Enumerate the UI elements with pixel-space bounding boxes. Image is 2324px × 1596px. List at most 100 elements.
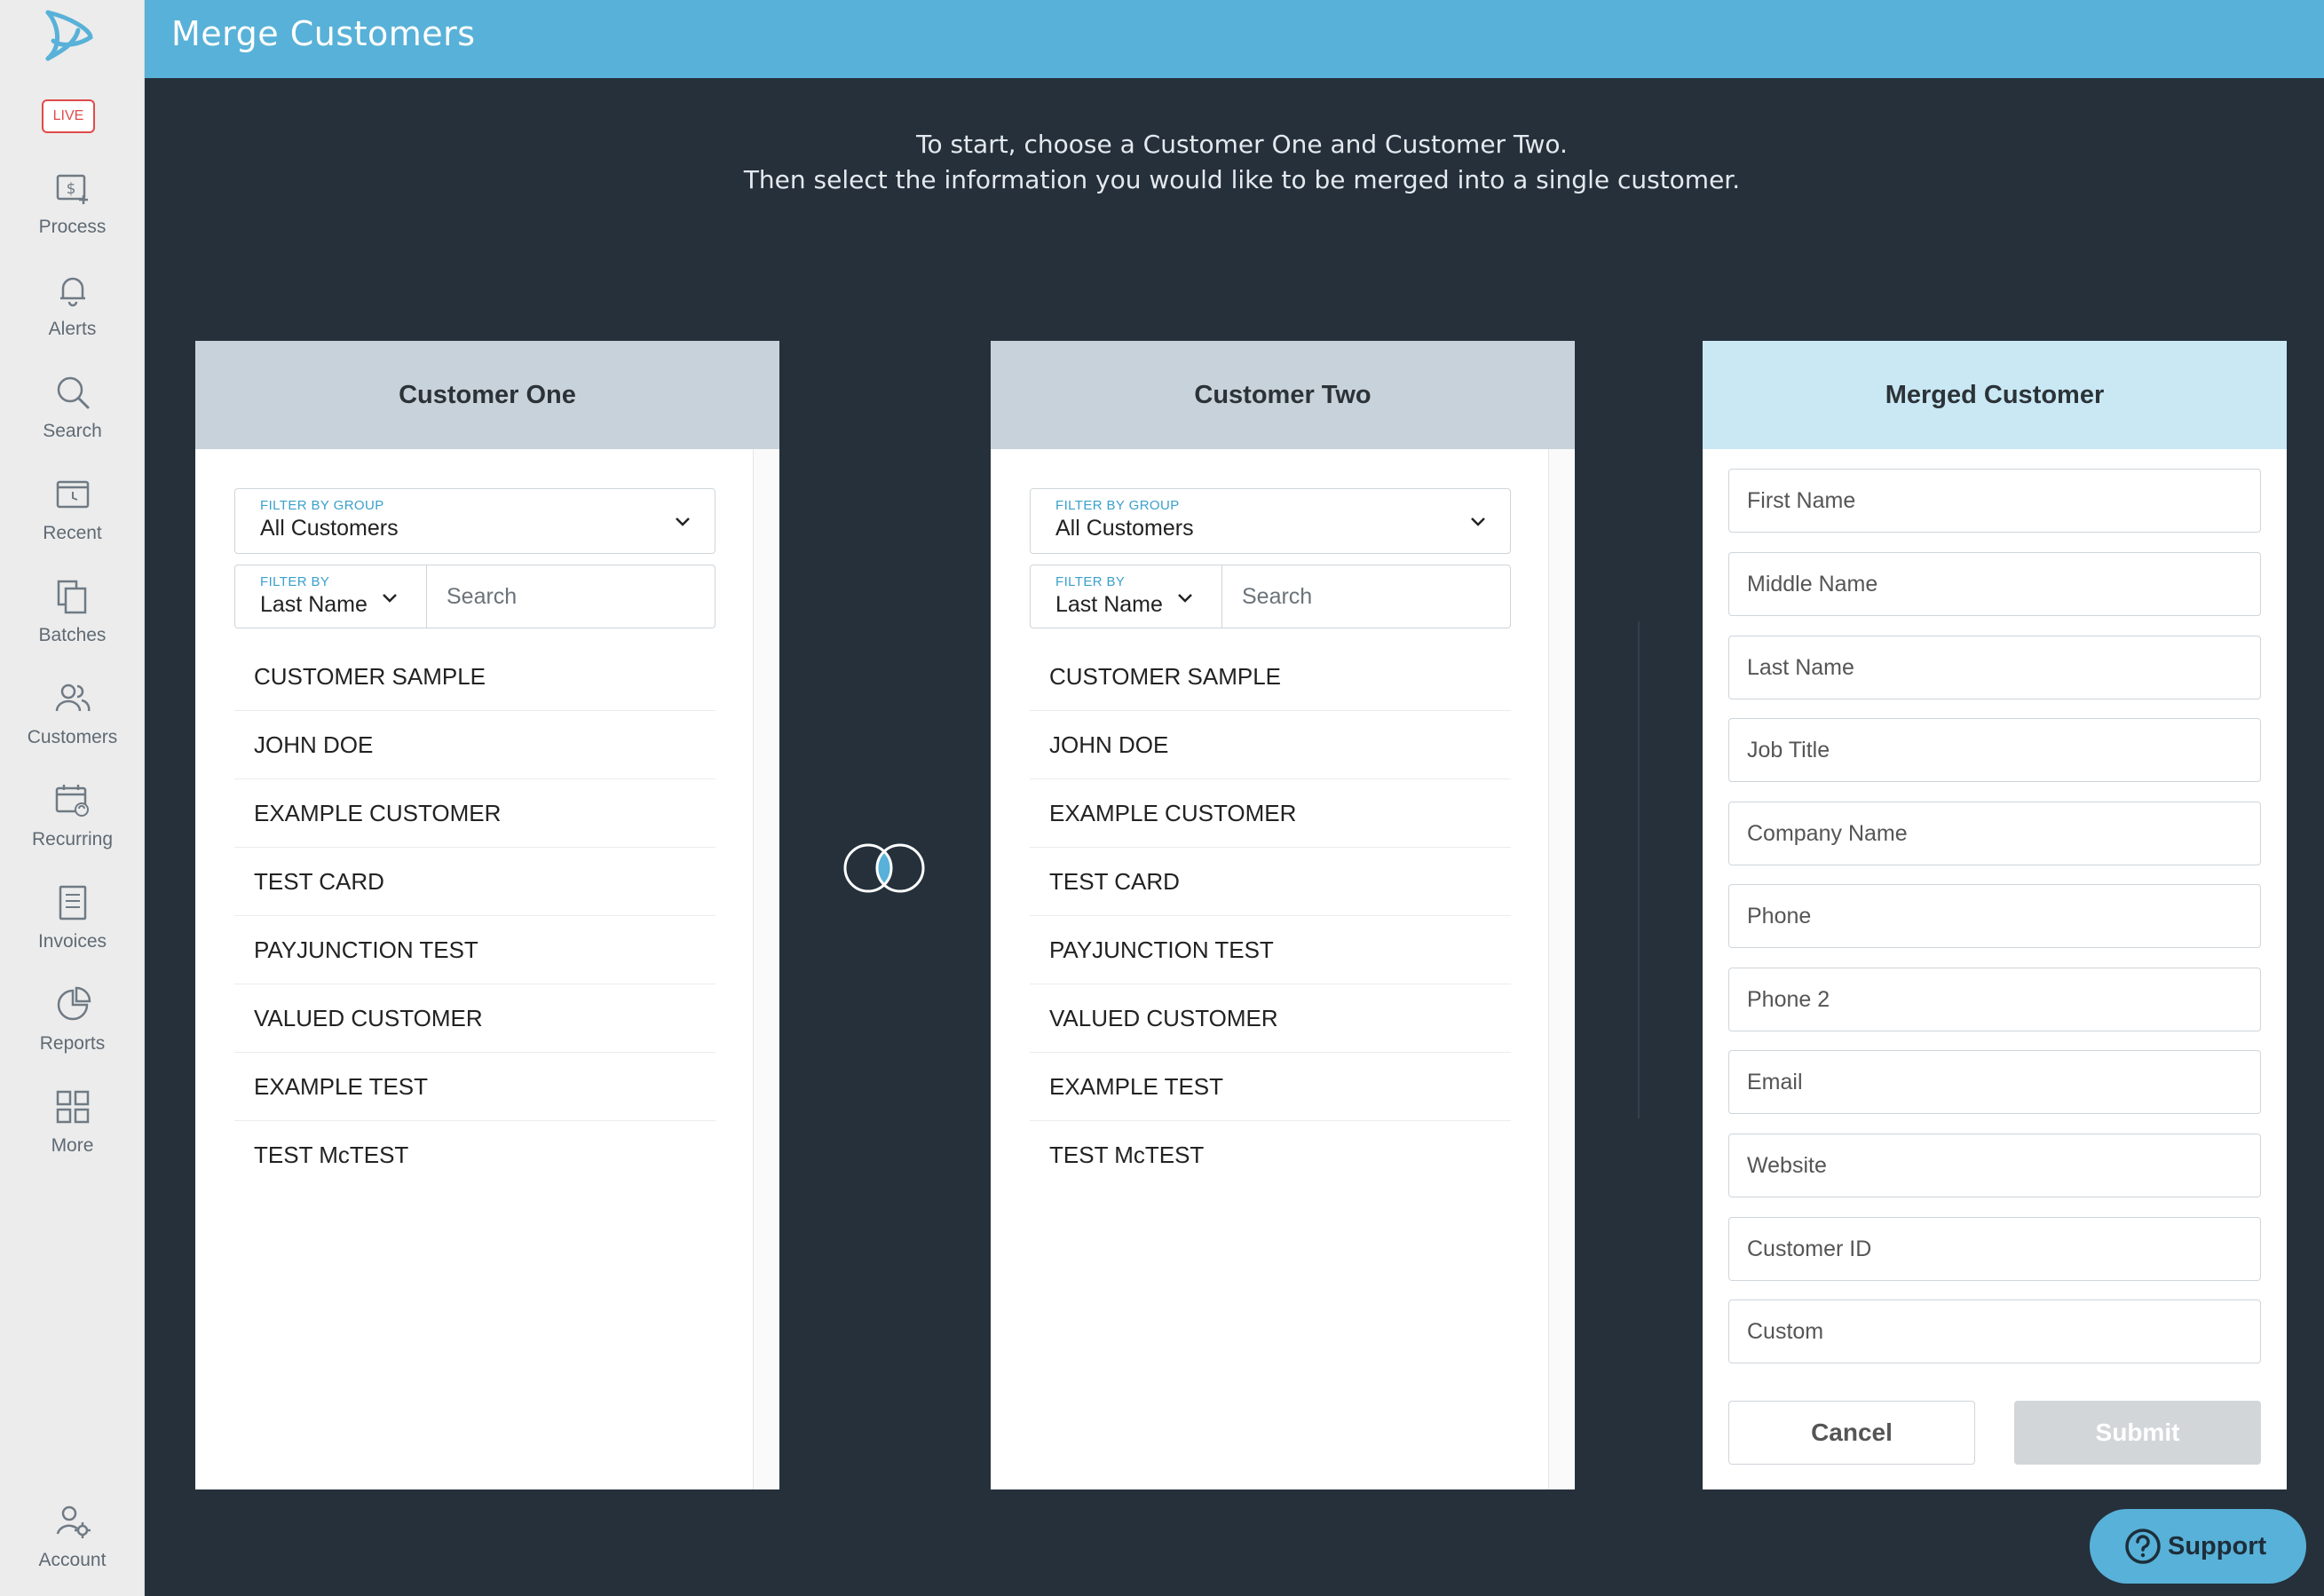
instructions-line-1: To start, choose a Customer One and Cust… (916, 130, 1568, 159)
list-item[interactable]: EXAMPLE TEST (234, 1053, 715, 1121)
support-button[interactable]: Support (2090, 1509, 2306, 1584)
customer-list: CUSTOMER SAMPLE JOHN DOE EXAMPLE CUSTOME… (234, 643, 715, 1189)
custom-field[interactable]: Custom (1728, 1300, 2261, 1363)
cancel-button[interactable]: Cancel (1728, 1401, 1975, 1465)
phone-field[interactable]: Phone (1728, 884, 2261, 948)
bell-icon (59, 277, 85, 307)
sidebar-item-invoices[interactable]: Invoices (0, 883, 145, 981)
first-name-field[interactable]: First Name (1728, 469, 2261, 533)
list-item[interactable]: CUSTOMER SAMPLE (234, 643, 715, 711)
list-item[interactable]: EXAMPLE CUSTOMER (1030, 779, 1511, 848)
list-item[interactable]: PAYJUNCTION TEST (234, 916, 715, 984)
list-item[interactable]: TEST CARD (234, 848, 715, 916)
last-name-field[interactable]: Last Name (1728, 636, 2261, 699)
field-label: FILTER BY GROUP (260, 498, 384, 513)
chevron-down-icon (1471, 518, 1485, 526)
list-item[interactable]: VALUED CUSTOMER (1030, 984, 1511, 1053)
filter-by-select[interactable]: FILTER BY Last Name (234, 565, 426, 628)
chevron-down-icon (383, 594, 397, 603)
list-item[interactable]: PAYJUNCTION TEST (1030, 916, 1511, 984)
sidebar-item-label: Customers (27, 727, 118, 747)
scrollbar[interactable] (1548, 449, 1575, 1489)
customer-list: CUSTOMER SAMPLE JOHN DOE EXAMPLE CUSTOME… (1030, 643, 1511, 1189)
filter-by-select[interactable]: FILTER BY Last Name (1030, 565, 1221, 628)
scrollbar[interactable] (753, 449, 779, 1489)
field-label: FILTER BY GROUP (1055, 498, 1180, 513)
merged-customer-panel: Merged Customer First Name Middle Name L… (1703, 341, 2287, 1489)
search-input[interactable]: Search (426, 565, 715, 628)
sidebar-item-label: Batches (38, 625, 107, 645)
list-item[interactable]: JOHN DOE (1030, 711, 1511, 779)
search-input[interactable]: Search (1221, 565, 1511, 628)
support-label: Support (2168, 1532, 2267, 1560)
search-icon (57, 376, 89, 409)
sidebar-item-batches[interactable]: Batches (0, 577, 145, 675)
list-item[interactable]: VALUED CUSTOMER (234, 984, 715, 1053)
sidebar-item-label: Process (38, 217, 107, 237)
live-badge: LIVE (42, 99, 95, 133)
sidebar-item-label: Reports (39, 1033, 106, 1054)
sidebar-item-account[interactable]: Account (0, 1502, 145, 1596)
sidebar-item-reports[interactable]: Reports (0, 985, 145, 1083)
sidebar-item-label: Search (43, 421, 102, 441)
sidebar-item-process[interactable]: $ Process (0, 169, 145, 266)
instructions-line-2: Then select the information you would li… (743, 165, 1741, 194)
batches-icon (57, 580, 86, 614)
grid-icon (56, 1090, 89, 1124)
list-item[interactable]: EXAMPLE TEST (1030, 1053, 1511, 1121)
list-item[interactable]: JOHN DOE (234, 711, 715, 779)
email-field[interactable]: Email (1728, 1050, 2261, 1114)
page-title: Merge Customers (171, 14, 476, 53)
sidebar-item-customers[interactable]: Customers (0, 679, 145, 777)
sidebar-item-label: Alerts (48, 319, 97, 339)
customer-id-field[interactable]: Customer ID (1728, 1217, 2261, 1281)
group-filter-select[interactable]: FILTER BY GROUP All Customers (1030, 488, 1511, 554)
customer-one-panel: Customer One FILTER BY GROUP All Custome… (195, 341, 779, 1489)
svg-text:$: $ (66, 180, 75, 198)
job-title-field[interactable]: Job Title (1728, 718, 2261, 782)
list-item[interactable]: EXAMPLE CUSTOMER (234, 779, 715, 848)
field-label: FILTER BY (1055, 574, 1126, 589)
phone-2-field[interactable]: Phone 2 (1728, 968, 2261, 1031)
brand-logo-icon[interactable] (36, 5, 99, 69)
recurring-icon (55, 785, 89, 817)
customer-two-panel: Customer Two FILTER BY GROUP All Custome… (991, 341, 1575, 1489)
company-name-field[interactable]: Company Name (1728, 802, 2261, 865)
panel-title: Customer One (195, 341, 779, 449)
customers-icon (55, 683, 90, 712)
group-filter-select[interactable]: FILTER BY GROUP All Customers (234, 488, 715, 554)
divider (1638, 621, 1640, 1118)
sidebar-item-recurring[interactable]: Recurring (0, 781, 145, 879)
account-settings-icon (56, 1505, 91, 1538)
chevron-down-icon (676, 518, 690, 526)
sidebar-item-label: Recent (43, 523, 102, 543)
field-label: FILTER BY (260, 574, 330, 589)
chevron-down-icon (1178, 594, 1192, 603)
invoices-icon (59, 885, 86, 920)
middle-name-field[interactable]: Middle Name (1728, 552, 2261, 616)
list-item[interactable]: TEST CARD (1030, 848, 1511, 916)
sidebar-item-label: More (51, 1135, 94, 1156)
panel-title: Customer Two (991, 341, 1575, 449)
reports-icon (57, 986, 91, 1021)
website-field[interactable]: Website (1728, 1134, 2261, 1197)
help-icon (2125, 1529, 2161, 1564)
submit-button[interactable]: Submit (2014, 1401, 2261, 1465)
field-value: All Customers (260, 516, 399, 541)
sidebar-item-recent[interactable]: Recent (0, 475, 145, 573)
list-item[interactable]: TEST McTEST (1030, 1121, 1511, 1189)
list-item[interactable]: CUSTOMER SAMPLE (1030, 643, 1511, 711)
process-icon: $ (56, 174, 88, 204)
field-value: All Customers (1055, 516, 1194, 541)
field-value: Last Name (1055, 592, 1163, 617)
sidebar-item-label: Recurring (31, 829, 114, 849)
sidebar-item-label: Account (38, 1550, 107, 1570)
list-item[interactable]: TEST McTEST (234, 1121, 715, 1189)
sidebar-item-search[interactable]: Search (0, 373, 145, 470)
sidebar-item-alerts[interactable]: Alerts (0, 271, 145, 368)
sidebar: LIVE $ Process Alerts Search Recent Batc… (0, 0, 145, 1596)
merge-icon (843, 843, 925, 893)
recent-icon (56, 480, 89, 509)
instructions: To start, choose a Customer One and Cust… (145, 127, 2324, 198)
sidebar-item-more[interactable]: More (0, 1087, 145, 1185)
